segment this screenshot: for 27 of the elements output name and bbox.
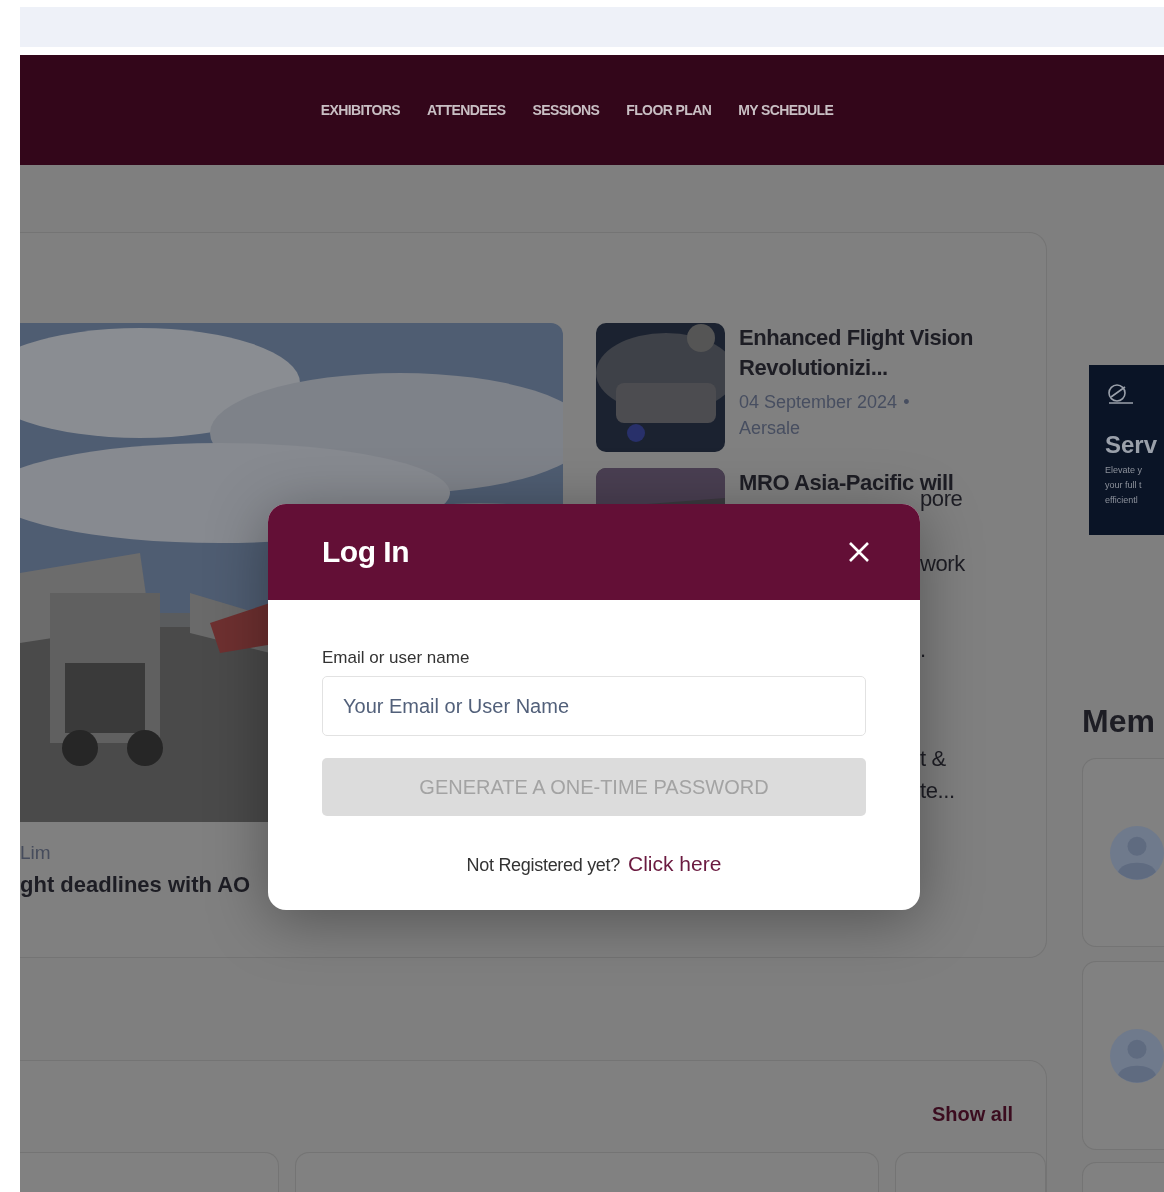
section-heading: Mem: [1082, 703, 1156, 740]
dialog-title: Log In: [322, 535, 409, 569]
article-text: t &: [920, 745, 946, 773]
member-card[interactable]: [1082, 758, 1164, 947]
nav-link[interactable]: MY SCHEDULE: [738, 102, 834, 118]
article-source: Aersale: [739, 417, 801, 440]
article-author: Lim: [20, 842, 52, 864]
ad-banner[interactable]: Serv Elevate y your full t efficientl: [1089, 365, 1164, 535]
article-date: 04 September 2024: [739, 391, 898, 414]
register-prompt: Not Registered yet?: [466, 855, 620, 876]
article-text: te...: [920, 777, 955, 805]
logo-icon: [1105, 383, 1135, 407]
article-text: work: [920, 550, 965, 578]
show-all-link[interactable]: Show all: [931, 1103, 1013, 1126]
separator-dot: •: [903, 391, 910, 414]
article-text: .: [920, 636, 926, 664]
nav-link[interactable]: EXHIBITORS: [320, 102, 401, 118]
field-label: Email or user name: [322, 648, 471, 668]
article-title[interactable]: Enhanced Flight Vision Revolutionizi...: [739, 323, 1009, 383]
nav-link[interactable]: SESSIONS: [532, 102, 600, 118]
member-card[interactable]: [1082, 961, 1164, 1150]
email-field[interactable]: Your Email or User Name: [322, 676, 866, 736]
nav-link[interactable]: FLOOR PLAN: [626, 102, 712, 118]
ad-text: Elevate y your full t efficientl: [1105, 464, 1144, 507]
register-link[interactable]: Click here: [628, 852, 722, 876]
ad-heading: Serv: [1105, 431, 1159, 459]
nav-link[interactable]: ATTENDEES: [427, 102, 506, 118]
